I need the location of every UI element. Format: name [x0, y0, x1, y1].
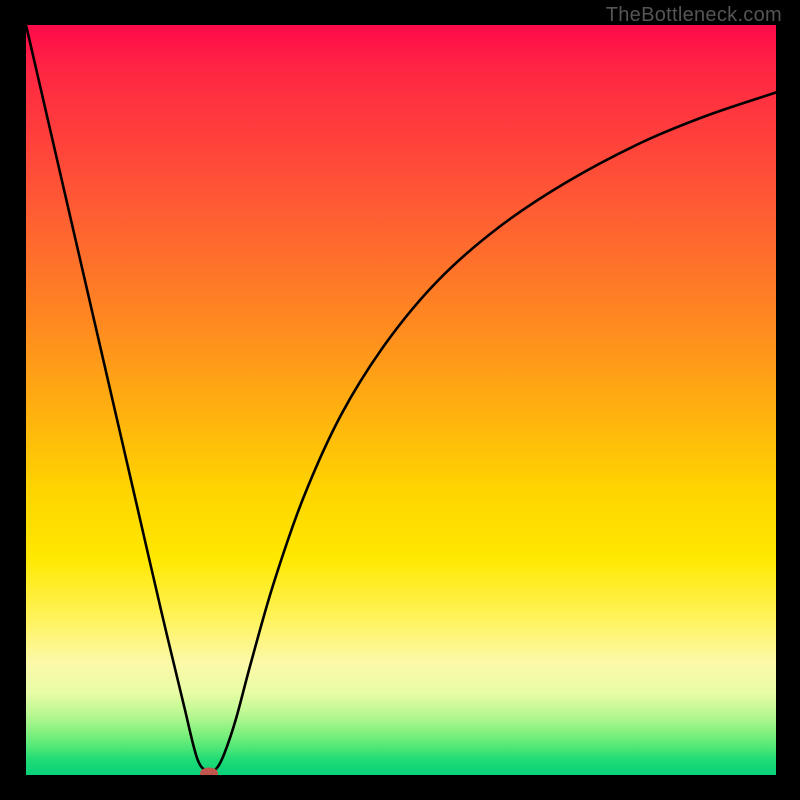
plot-area — [26, 25, 776, 775]
watermark-text: TheBottleneck.com — [606, 4, 782, 27]
curve-line — [26, 25, 776, 772]
chart-frame: TheBottleneck.com — [0, 0, 800, 800]
chart-svg — [26, 25, 776, 775]
